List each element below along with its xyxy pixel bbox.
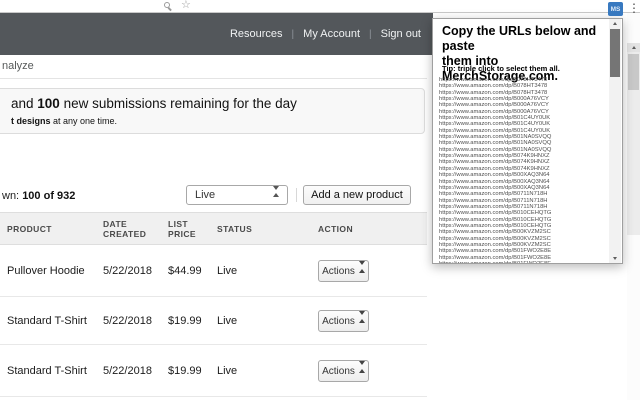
shown-count-value: 100 of 932 xyxy=(22,190,76,202)
add-new-product-button[interactable]: Add a new product xyxy=(303,185,411,205)
url-line: https://www.amazon.com/dp/B01FWO2E8E xyxy=(439,261,609,263)
status-value: Live xyxy=(217,264,238,277)
up-triangle xyxy=(358,369,365,373)
popup-scrollbar-thumb[interactable] xyxy=(610,29,620,77)
actions-updown-icon xyxy=(358,311,365,323)
sign-out-link[interactable]: Sign out xyxy=(381,28,421,40)
actions-updown-icon xyxy=(358,261,365,273)
notice-line2-bold: t designs xyxy=(11,116,51,126)
browser-scroll-up-button[interactable] xyxy=(627,43,640,52)
notice-line1-rest: new submissions remaining for the day xyxy=(59,96,297,111)
browser-menu-icon[interactable]: ⋮ xyxy=(628,0,640,16)
column-header-action: ACTION xyxy=(318,223,353,234)
status-value: Live xyxy=(217,364,238,377)
resources-link[interactable]: Resources xyxy=(230,28,283,40)
my-account-link[interactable]: My Account xyxy=(303,28,360,40)
popup-title: Copy the URLs below and paste them into … xyxy=(442,24,597,83)
browser-scrollbar xyxy=(627,13,640,400)
header-separator: | xyxy=(369,28,372,40)
down-triangle xyxy=(358,361,365,365)
up-triangle xyxy=(358,319,365,323)
date-created: 5/22/2018 xyxy=(103,264,152,277)
column-header-list-price: LIST PRICE xyxy=(168,218,196,239)
product-name: Standard T-Shirt xyxy=(7,364,87,377)
table-row: Standard T-Shirt 5/22/2018 $19.99 Live A… xyxy=(0,297,427,345)
actions-button-label: Actions xyxy=(322,365,355,377)
bookmark-star-icon[interactable]: ☆ xyxy=(181,0,191,12)
notice-line1: and 100 new submissions remaining for th… xyxy=(11,96,297,111)
date-created: 5/22/2018 xyxy=(103,314,152,327)
subnav-tab-analyze[interactable]: nalyze xyxy=(2,55,34,78)
column-header-date-created: DATE CREATED xyxy=(103,218,147,239)
down-triangle xyxy=(358,261,365,265)
actions-button-label: Actions xyxy=(322,265,355,277)
products-table: PRODUCT DATE CREATED LIST PRICE STATUS A… xyxy=(0,212,427,397)
up-triangle xyxy=(358,269,365,273)
scroll-up-icon xyxy=(613,22,617,25)
url-list-textarea[interactable]: https://www.amazon.com/dp/B078HT3478 http… xyxy=(439,77,609,263)
screen: ☆ MS ⋮ Resources | My Account | Sign out… xyxy=(0,0,640,400)
browser-scrollbar-thumb[interactable] xyxy=(628,54,639,90)
down-triangle xyxy=(358,311,365,315)
list-price: $44.99 xyxy=(168,264,202,277)
products-shown-count: wn: 100 of 932 xyxy=(2,190,75,202)
scroll-down-button[interactable] xyxy=(609,254,621,263)
date-created: 5/22/2018 xyxy=(103,364,152,377)
header-separator: | xyxy=(291,28,295,40)
shown-fragment: wn: xyxy=(2,190,23,202)
browser-chrome: ☆ xyxy=(0,0,640,13)
table-row: Pullover Hoodie 5/22/2018 $44.99 Live Ac… xyxy=(0,245,427,297)
header-links: Resources | My Account | Sign out xyxy=(230,13,421,55)
actions-button[interactable]: Actions xyxy=(318,260,369,282)
notice-line1-start: and xyxy=(11,96,38,111)
notice-line2-rest: at any one time. xyxy=(50,116,118,126)
actions-button-label: Actions xyxy=(322,315,355,327)
up-triangle xyxy=(273,193,279,197)
actions-updown-icon xyxy=(358,361,365,373)
merchstorage-popup: Copy the URLs below and paste them into … xyxy=(432,18,623,264)
status-value: Live xyxy=(217,314,238,327)
scroll-up-button[interactable] xyxy=(609,19,621,28)
notice-submissions-count: 100 xyxy=(37,96,60,111)
status-filter-select[interactable]: Live xyxy=(186,185,288,205)
scroll-down-icon xyxy=(613,257,617,260)
submissions-notice: and 100 new submissions remaining for th… xyxy=(0,88,425,134)
select-updown-icon xyxy=(273,186,279,197)
subnav: nalyze xyxy=(0,55,427,79)
product-name: Standard T-Shirt xyxy=(7,314,87,327)
down-triangle xyxy=(273,186,279,190)
magnifier-handle xyxy=(167,7,172,11)
merchstorage-extension-icon[interactable]: MS xyxy=(608,2,623,16)
column-header-status: STATUS xyxy=(217,223,253,234)
table-row: Standard T-Shirt 5/22/2018 $19.99 Live A… xyxy=(0,345,427,397)
table-header: PRODUCT DATE CREATED LIST PRICE STATUS A… xyxy=(0,212,427,245)
status-filter-value: Live xyxy=(195,189,216,201)
popup-scrollbar xyxy=(609,19,621,263)
list-price: $19.99 xyxy=(168,364,202,377)
column-header-product: PRODUCT xyxy=(7,223,52,234)
actions-button[interactable]: Actions xyxy=(318,360,369,382)
list-price: $19.99 xyxy=(168,314,202,327)
controls-divider xyxy=(296,188,297,202)
scroll-up-icon xyxy=(631,46,636,49)
zoom-icon[interactable] xyxy=(164,2,173,11)
notice-line2: t designs at any one time. xyxy=(11,116,117,126)
site-header: Resources | My Account | Sign out xyxy=(0,13,433,55)
popup-tip: Tip: triple click to select them all. xyxy=(442,64,560,73)
product-name: Pullover Hoodie xyxy=(7,264,85,277)
actions-button[interactable]: Actions xyxy=(318,310,369,332)
